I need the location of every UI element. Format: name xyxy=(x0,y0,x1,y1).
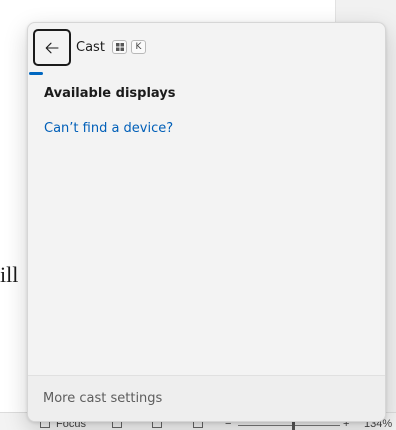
panel-title: Cast xyxy=(76,40,105,55)
cast-flyout: Cast K Available displays Can’t find a d… xyxy=(27,22,386,422)
document-text: ill xyxy=(0,262,19,287)
k-key-badge: K xyxy=(131,40,146,54)
scanning-progress-indicator xyxy=(29,72,43,75)
section-heading: Available displays xyxy=(44,86,176,101)
panel-footer: More cast settings xyxy=(28,375,385,421)
cant-find-device-link[interactable]: Can’t find a device? xyxy=(44,121,173,136)
back-button[interactable] xyxy=(33,29,71,66)
windows-logo-icon xyxy=(115,43,124,51)
more-cast-settings-link[interactable]: More cast settings xyxy=(43,391,162,406)
zoom-slider-track[interactable] xyxy=(238,425,340,426)
arrow-left-icon xyxy=(45,42,59,53)
windows-key-badge xyxy=(112,40,127,54)
